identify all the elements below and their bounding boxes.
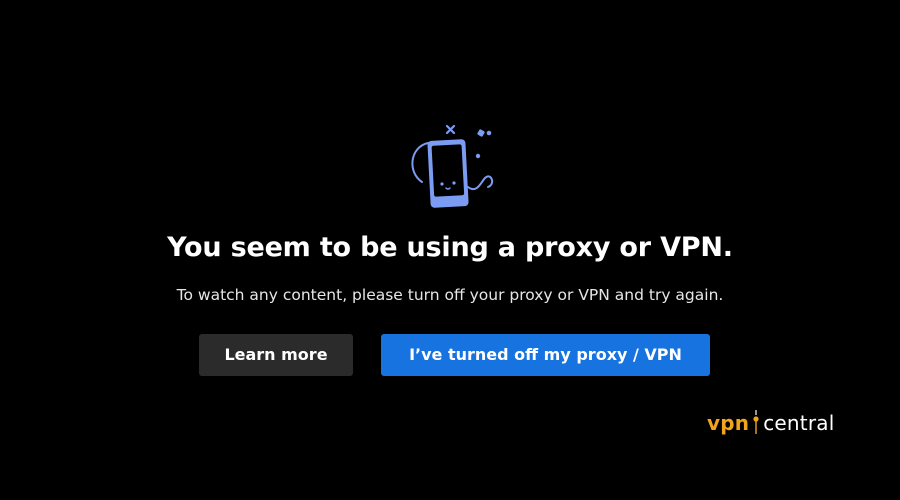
learn-more-button[interactable]: Learn more: [199, 334, 353, 376]
watermark-brand-left: vpn: [707, 411, 750, 435]
keyhole-icon: [753, 410, 759, 434]
instructions-text: To watch any content, please turn off yo…: [176, 286, 724, 304]
watermark-brand-right: central: [763, 411, 835, 435]
vpncentral-watermark: vpn central: [707, 408, 847, 438]
vpn-block-screen: You seem to be using a proxy or VPN. To …: [0, 0, 900, 500]
page-title: You seem to be using a proxy or VPN.: [167, 232, 733, 263]
turned-off-vpn-button[interactable]: I’ve turned off my proxy / VPN: [381, 334, 710, 376]
phone-with-cord-icon: [411, 124, 494, 208]
